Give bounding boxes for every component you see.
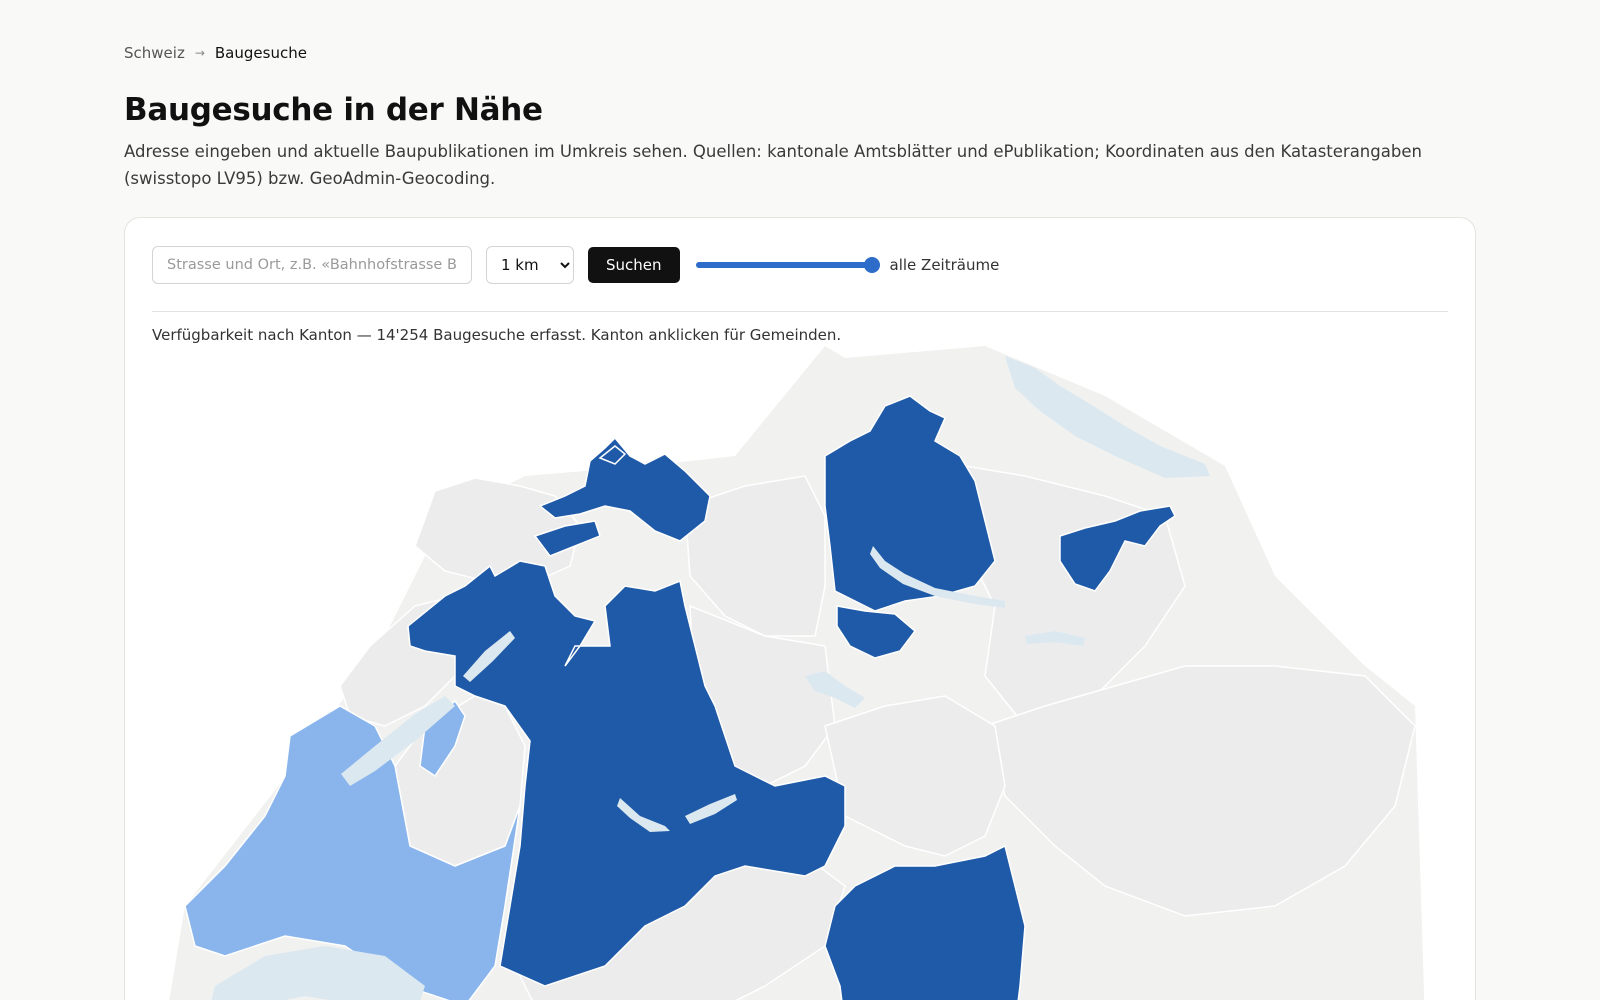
availability-summary: Verfügbarkeit nach Kanton — 14'254 Bauge… (152, 326, 842, 344)
divider (152, 311, 1448, 312)
page-intro: Adresse eingeben und aktuelle Baupublika… (124, 142, 1422, 188)
timerange-slider-thumb[interactable] (863, 257, 880, 273)
timerange-slider[interactable] (694, 253, 880, 277)
search-card: 1 km Suchen alle Zeiträume Verfügbarkeit… (124, 217, 1476, 1000)
breadcrumb-link-schweiz[interactable]: Schweiz (124, 44, 185, 62)
search-toolbar: 1 km Suchen alle Zeiträume (152, 246, 999, 284)
breadcrumb: Schweiz → Baugesuche (124, 44, 307, 62)
radius-select[interactable]: 1 km (486, 246, 574, 284)
timerange-slider-fill (695, 262, 872, 268)
timerange-slider-track (695, 262, 872, 268)
canton-map (169, 346, 1425, 1000)
search-button[interactable]: Suchen (588, 247, 680, 283)
breadcrumb-current: Baugesuche (214, 44, 307, 62)
page-title: Baugesuche in der Nähe (124, 92, 543, 128)
address-search-input[interactable] (152, 246, 472, 284)
breadcrumb-arrow-icon: → (194, 46, 205, 60)
timerange-label: alle Zeiträume (889, 256, 1000, 274)
